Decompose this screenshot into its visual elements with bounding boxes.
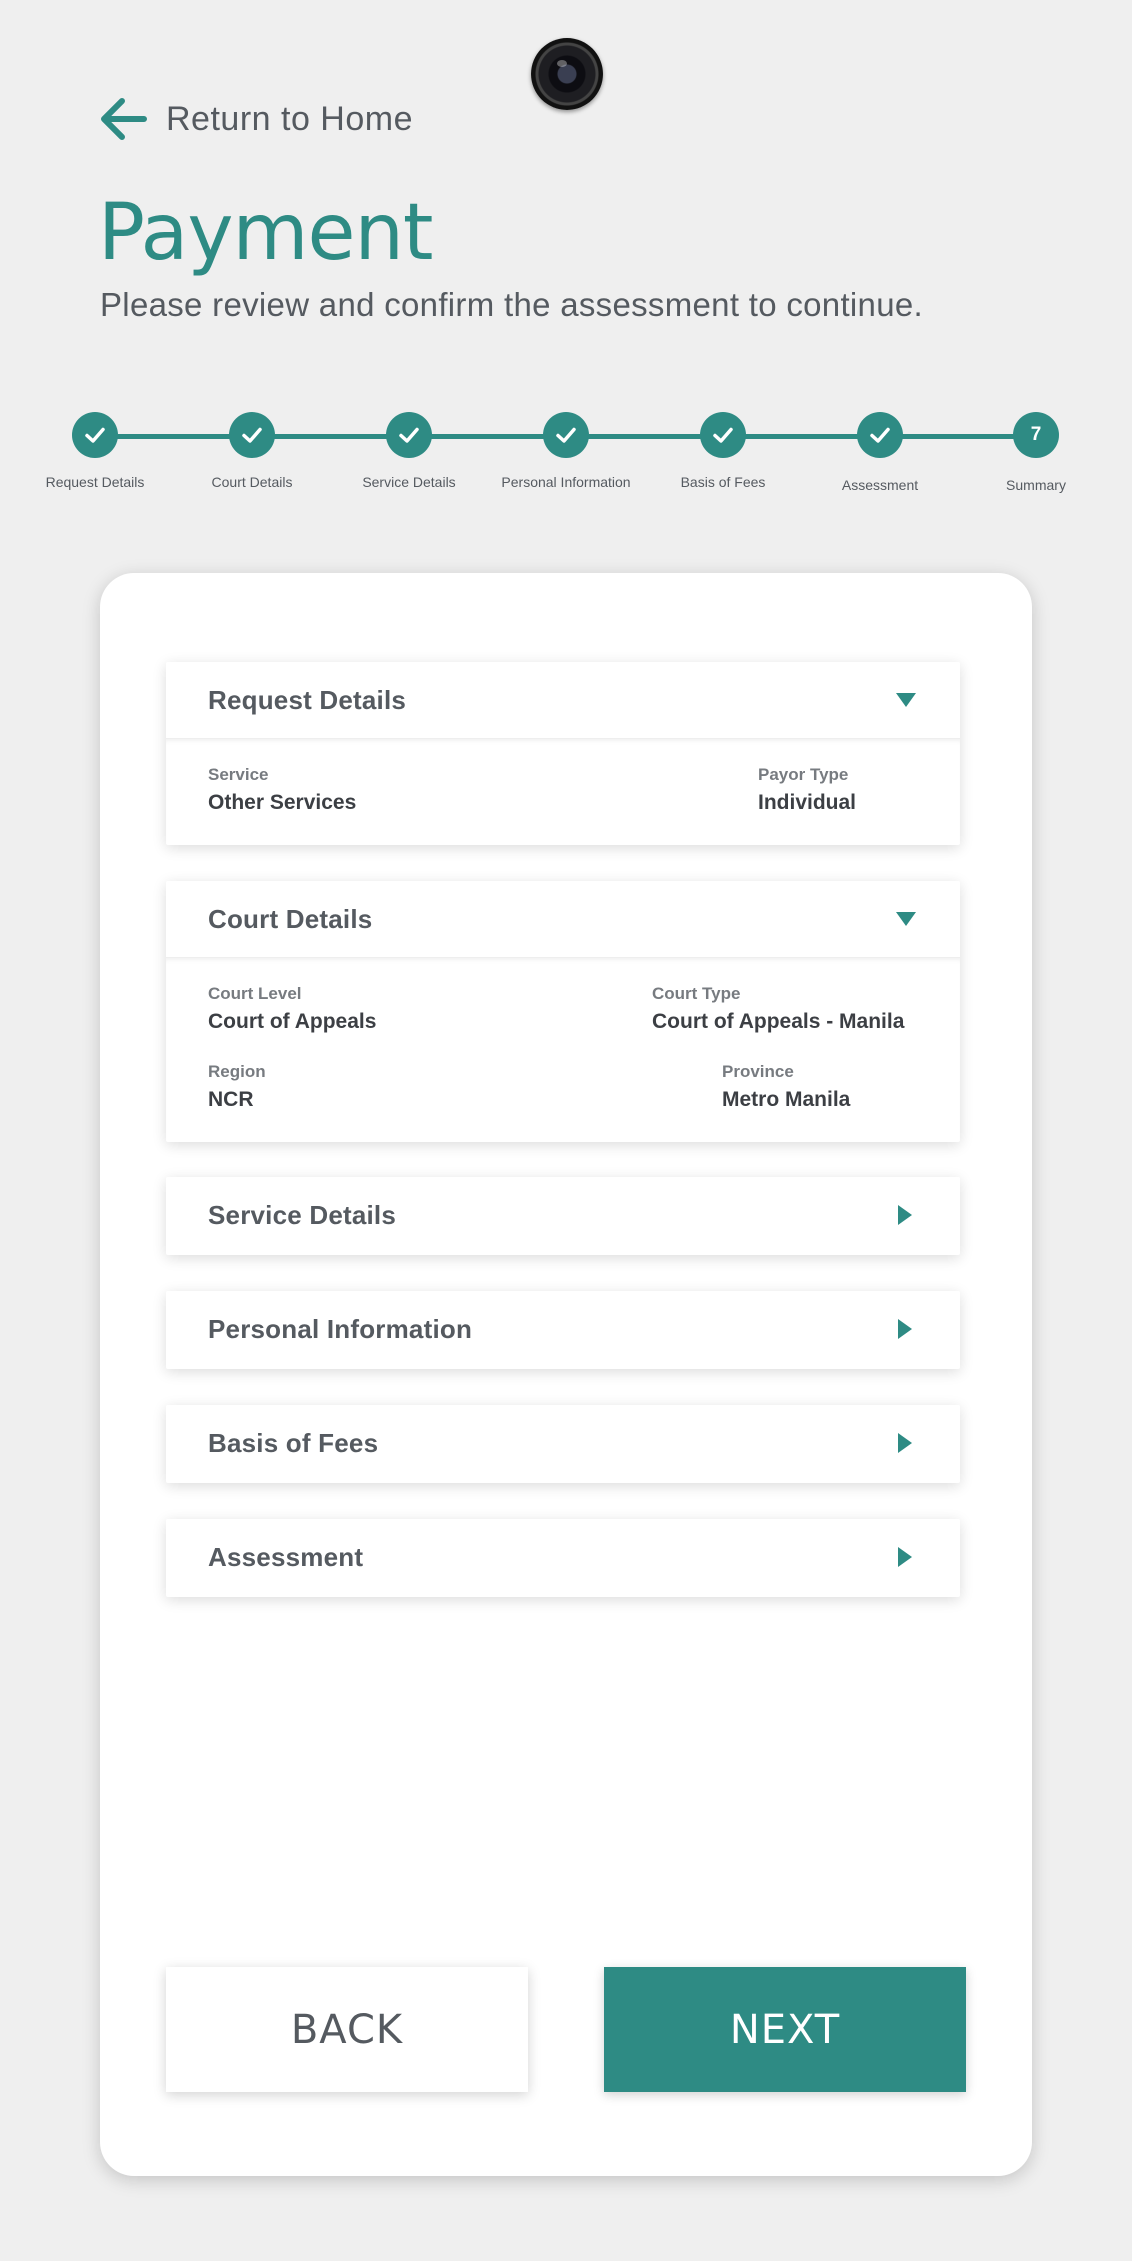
section-header-court-details[interactable]: Court Details	[166, 881, 960, 957]
section-title: Service Details	[208, 1199, 397, 1230]
step-label: Summary	[1006, 477, 1066, 493]
triangle-right-icon	[898, 1547, 912, 1567]
section-title: Court Details	[208, 903, 373, 934]
field-label: Province	[722, 1062, 794, 1081]
step-complete-badge	[229, 412, 275, 458]
field-label: Court Level	[208, 984, 302, 1003]
triangle-right-icon	[898, 1205, 912, 1225]
step-complete-badge	[386, 412, 432, 458]
field-province: Province Metro Manila	[722, 1062, 850, 1112]
step-label: Assessment	[841, 477, 919, 493]
section-title: Personal Information	[208, 1313, 473, 1344]
field-service: Service Other Services	[208, 765, 356, 815]
checkmark-icon	[713, 427, 733, 443]
field-court-type: Court Type Court of Appeals - Manila	[652, 984, 904, 1034]
section-title: Request Details	[208, 684, 407, 715]
field-value: Court of Appeals	[208, 1010, 377, 1033]
section-header-assessment[interactable]: Assessment	[166, 1519, 960, 1595]
field-label: Service	[208, 765, 269, 784]
step-personal-information[interactable]: Personal Information	[486, 410, 646, 490]
section-court-details: Court Details Court Level Court of Appea…	[166, 881, 960, 1142]
page-title: Payment	[98, 188, 433, 278]
step-request-details[interactable]: Request Details	[15, 410, 175, 490]
field-value: NCR	[208, 1088, 254, 1111]
field-label: Court Type	[652, 984, 741, 1003]
arrow-left-icon	[101, 98, 147, 140]
field-region: Region NCR	[208, 1062, 266, 1112]
checkmark-icon	[556, 427, 576, 443]
step-label: Basis of Fees	[680, 474, 766, 490]
step-complete-badge	[543, 412, 589, 458]
step-label: Service Details	[362, 474, 456, 490]
section-header-personal-information[interactable]: Personal Information	[166, 1291, 960, 1367]
next-button[interactable]: NEXT	[604, 1967, 966, 2092]
triangle-right-icon	[898, 1433, 912, 1453]
section-request-details: Request Details Service Other Services P…	[166, 662, 960, 845]
step-complete-badge	[72, 412, 118, 458]
page-subtitle: Please review and confirm the assessment…	[100, 286, 923, 323]
step-label: Court Details	[211, 474, 293, 490]
step-number-badge: 7	[1013, 412, 1059, 458]
checkmark-icon	[870, 427, 890, 443]
section-body: Service Other Services Payor Type Indivi…	[166, 738, 960, 845]
step-summary[interactable]: 7 Summary	[956, 410, 1116, 493]
progress-stepper: Request Details Court Details Service De…	[0, 410, 1132, 520]
section-title: Basis of Fees	[208, 1427, 379, 1458]
checkmark-icon	[85, 427, 105, 443]
field-payor-type: Payor Type Individual	[758, 765, 856, 815]
step-label: Request Details	[45, 474, 145, 490]
summary-card: Request Details Service Other Services P…	[100, 573, 1032, 2176]
step-complete-badge	[700, 412, 746, 458]
section-service-details: Service Details	[166, 1177, 960, 1255]
field-value: Individual	[758, 791, 857, 814]
step-basis-of-fees[interactable]: Basis of Fees	[643, 410, 803, 490]
checkmark-icon	[399, 427, 419, 443]
return-home-label: Return to Home	[166, 99, 413, 138]
back-button[interactable]: BACK	[166, 1967, 528, 2092]
field-value: Court of Appeals - Manila	[652, 1010, 905, 1033]
step-service-details[interactable]: Service Details	[329, 410, 489, 490]
field-court-level: Court Level Court of Appeals	[208, 984, 376, 1034]
section-title: Assessment	[208, 1541, 364, 1572]
field-value: Metro Manila	[722, 1088, 851, 1111]
section-basis-of-fees: Basis of Fees	[166, 1405, 960, 1483]
step-court-details[interactable]: Court Details	[172, 410, 332, 490]
step-complete-badge	[857, 412, 903, 458]
section-header-request-details[interactable]: Request Details	[166, 662, 960, 738]
triangle-down-icon	[896, 693, 916, 707]
return-home-link[interactable]: Return to Home	[98, 95, 413, 143]
triangle-down-icon	[896, 912, 916, 926]
section-assessment: Assessment	[166, 1519, 960, 1597]
step-assessment[interactable]: Assessment	[800, 410, 960, 493]
field-value: Other Services	[208, 791, 357, 814]
camera-lens	[531, 38, 603, 110]
checkmark-icon	[242, 427, 262, 443]
section-personal-information: Personal Information	[166, 1291, 960, 1369]
section-body: Court Level Court of Appeals Court Type …	[166, 957, 960, 1142]
field-label: Payor Type	[758, 765, 849, 784]
section-header-service-details[interactable]: Service Details	[166, 1177, 960, 1253]
triangle-right-icon	[898, 1319, 912, 1339]
section-header-basis-of-fees[interactable]: Basis of Fees	[166, 1405, 960, 1481]
field-label: Region	[208, 1062, 266, 1081]
step-label: Personal Information	[501, 474, 631, 490]
